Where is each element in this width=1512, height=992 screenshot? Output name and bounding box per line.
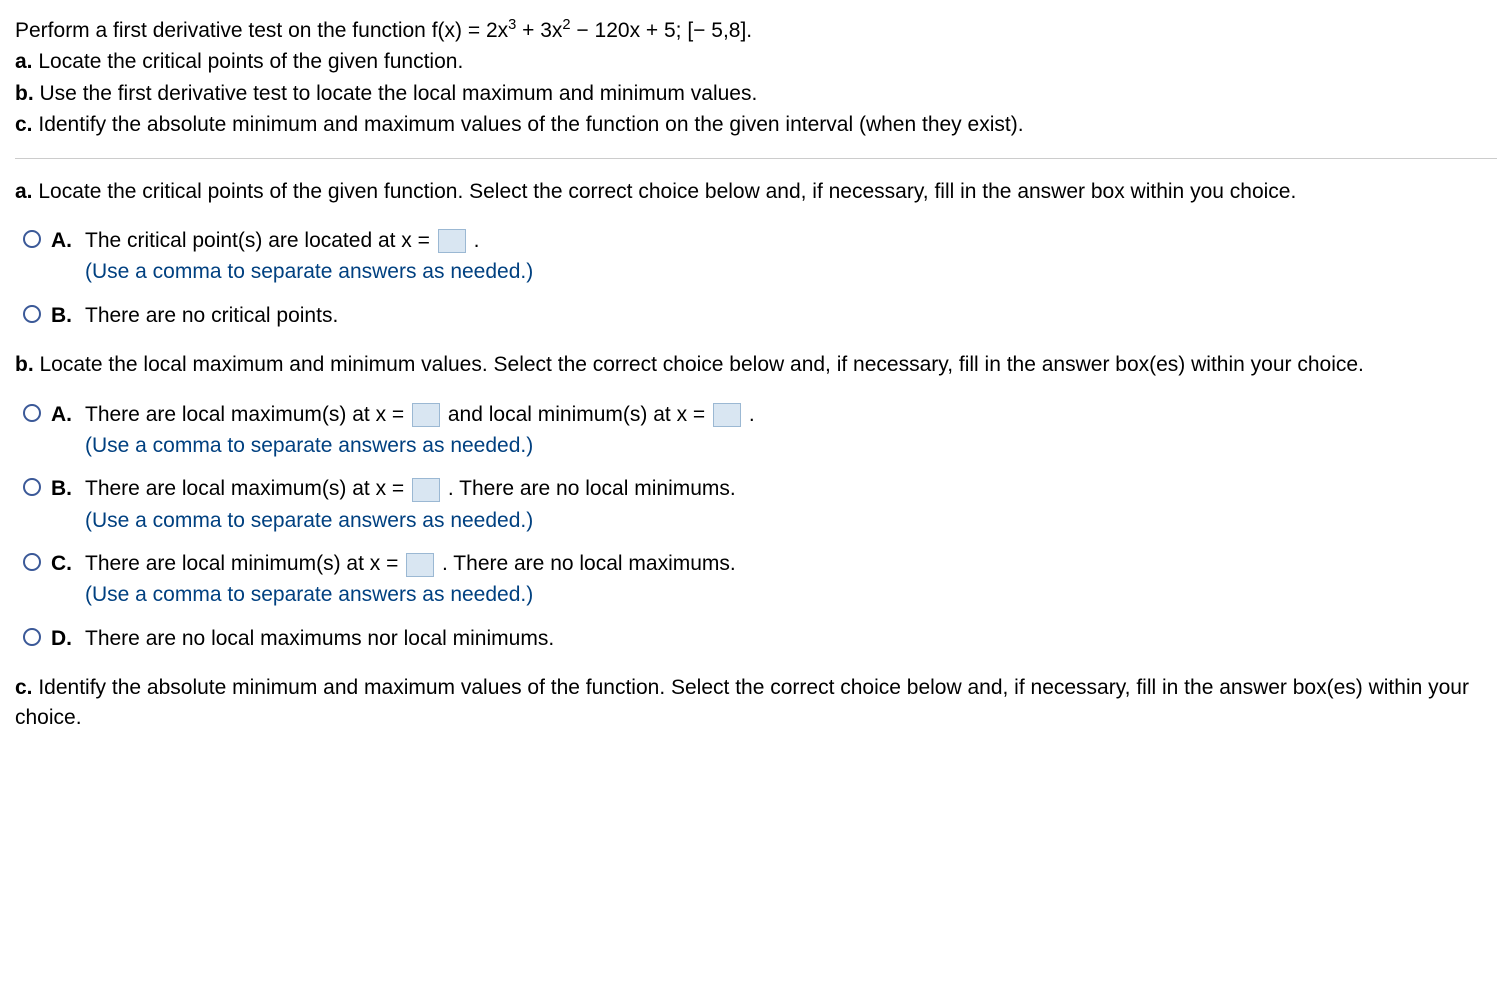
choice-text-after: . There are no local minimums. [442,477,736,500]
radio-icon[interactable] [23,478,41,496]
answer-input[interactable] [406,553,434,577]
choice-hint: (Use a comma to separate answers as need… [85,506,1497,535]
divider [15,158,1497,159]
choice-letter: D. [51,624,73,653]
radio-icon[interactable] [23,305,41,323]
choice-hint: (Use a comma to separate answers as need… [85,257,1497,286]
answer-input[interactable] [713,403,741,427]
choice-body: There are local minimum(s) at x = . Ther… [85,549,1497,610]
answer-input[interactable] [438,229,466,253]
choice-body: There are local maximum(s) at x = and lo… [85,400,1497,461]
choice-text-after: . There are no local maximums. [436,552,736,575]
intro-c-text: Identify the absolute minimum and maximu… [38,113,1023,136]
intro-sup2: 2 [562,17,570,33]
choice-letter: B. [51,474,73,503]
intro-b-text: Use the first derivative test to locate … [40,82,758,105]
choice-letter: B. [51,301,73,330]
choice-body: There are local maximum(s) at x = . Ther… [85,474,1497,535]
choice-text-before: There are local maximum(s) at x = [85,477,410,500]
choice-text-before: There are local maximum(s) at x = [85,403,410,426]
part-b-choices: A. There are local maximum(s) at x = and… [15,400,1497,654]
radio-icon[interactable] [23,628,41,646]
choice-letter: C. [51,549,73,578]
answer-input[interactable] [412,403,440,427]
part-c-text: Identify the absolute minimum and maximu… [15,676,1469,728]
choice-text: There are no local maximums nor local mi… [85,627,554,650]
choice-text-before: There are local minimum(s) at x = [85,552,404,575]
choice-body: There are no critical points. [85,301,1497,330]
choice-text-mid: and local minimum(s) at x = [442,403,711,426]
intro-a: a. Locate the critical points of the giv… [15,47,1497,76]
intro-b-label: b. [15,82,34,105]
part-b-prompt: b. Locate the local maximum and minimum … [15,350,1497,379]
choice-b-C[interactable]: C. There are local minimum(s) at x = . T… [15,549,1497,610]
choice-body: The critical point(s) are located at x =… [85,226,1497,287]
radio-icon[interactable] [23,553,41,571]
question-intro: Perform a first derivative test on the f… [15,15,1497,45]
choice-hint: (Use a comma to separate answers as need… [85,580,1497,609]
intro-mid1: + 3x [516,19,562,42]
intro-main: Perform a first derivative test on the f… [15,19,508,42]
part-b-label: b. [15,353,34,376]
choice-text-after: . [743,403,755,426]
radio-icon[interactable] [23,404,41,422]
choice-letter: A. [51,226,73,255]
choice-b-B[interactable]: B. There are local maximum(s) at x = . T… [15,474,1497,535]
part-b-text: Locate the local maximum and minimum val… [34,353,1364,376]
intro-mid2: − 120x + 5; [− 5,8]. [571,19,753,42]
choice-text: There are no critical points. [85,304,338,327]
choice-body: There are no local maximums nor local mi… [85,624,1497,653]
part-c-prompt: c. Identify the absolute minimum and max… [15,673,1497,732]
intro-a-label: a. [15,50,33,73]
choice-b-A[interactable]: A. There are local maximum(s) at x = and… [15,400,1497,461]
part-c-label: c. [15,676,33,699]
part-a-label: a. [15,180,33,203]
part-a-prompt: a. Locate the critical points of the giv… [15,177,1497,206]
intro-a-text: Locate the critical points of the given … [38,50,463,73]
intro-c-label: c. [15,113,33,136]
choice-hint: (Use a comma to separate answers as need… [85,431,1497,460]
radio-icon[interactable] [23,230,41,248]
part-a-text: Locate the critical points of the given … [33,180,1297,203]
answer-input[interactable] [412,478,440,502]
choice-a-A[interactable]: A. The critical point(s) are located at … [15,226,1497,287]
choice-b-D[interactable]: D. There are no local maximums nor local… [15,624,1497,653]
intro-c: c. Identify the absolute minimum and max… [15,110,1497,139]
choice-letter: A. [51,400,73,429]
intro-b: b. Use the first derivative test to loca… [15,79,1497,108]
choice-a-B[interactable]: B. There are no critical points. [15,301,1497,330]
choice-text-after: . [468,229,480,252]
part-a-choices: A. The critical point(s) are located at … [15,226,1497,330]
choice-text-before: The critical point(s) are located at x = [85,229,436,252]
